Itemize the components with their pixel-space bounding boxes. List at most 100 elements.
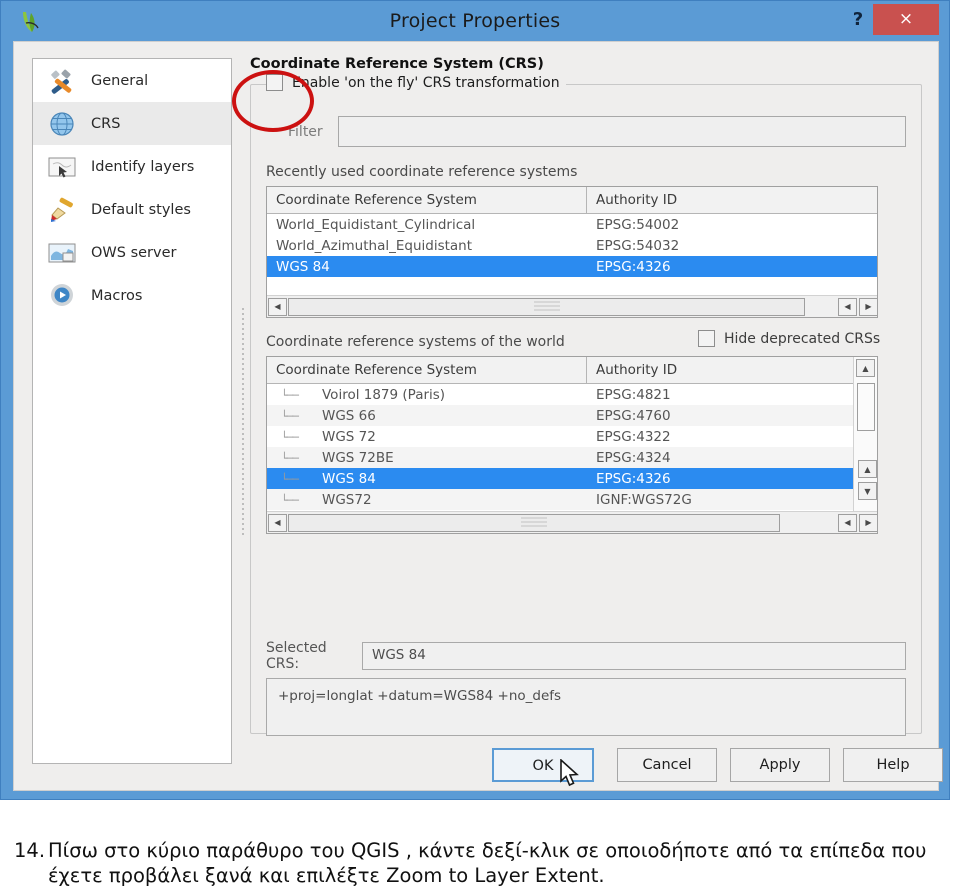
sidebar-splitter-handle[interactable]: [239, 58, 247, 764]
sidebar-item-ows-server[interactable]: OWS server: [33, 231, 231, 274]
tree-branch-icon: └──: [276, 472, 299, 486]
filter-label: Filter: [288, 123, 323, 140]
sidebar-item-default-styles[interactable]: Default styles: [33, 188, 231, 231]
help-icon-button[interactable]: ?: [845, 5, 871, 35]
table-header-row: Coordinate Reference System Authority ID: [267, 357, 877, 384]
cell-crs-name: └── WGS72: [276, 491, 372, 508]
enable-on-the-fly-crs-label: Enable 'on the fly' CRS transformation: [292, 74, 560, 91]
scroll-up-step-icon[interactable]: ▲: [858, 460, 877, 478]
crs-pane: Coordinate Reference System (CRS) Enable…: [250, 56, 922, 764]
vscroll-thumb[interactable]: [857, 383, 875, 431]
cell-crs-name: World_Azimuthal_Equidistant: [276, 237, 473, 254]
recently-used-label: Recently used coordinate reference syste…: [266, 164, 578, 180]
table-header-row: Coordinate Reference System Authority ID: [267, 187, 877, 214]
scroll-up-icon[interactable]: ▲: [856, 359, 875, 377]
sidebar-item-crs[interactable]: CRS: [33, 102, 231, 145]
cell-authority-id: EPSG:4760: [596, 407, 671, 424]
hide-deprecated-row[interactable]: Hide deprecated CRSs: [698, 330, 880, 347]
column-header-authority[interactable]: Authority ID: [587, 357, 877, 384]
dialog-body: General CRS Identify layers Default styl…: [13, 41, 943, 792]
horizontal-scrollbar[interactable]: ◀ ◀ ▶: [267, 295, 877, 317]
cancel-button[interactable]: Cancel: [617, 748, 717, 782]
recently-used-crs-table[interactable]: Coordinate Reference System Authority ID…: [266, 186, 878, 318]
cell-crs-name: └── Voirol 1879 (Paris): [276, 386, 446, 403]
scroll-step-right-icon[interactable]: ▶: [859, 513, 877, 532]
selected-crs-row: Selected CRS: WGS 84: [266, 640, 906, 672]
table-row[interactable]: └── WGS 72 EPSG:4322: [267, 426, 877, 447]
cell-crs-name: └── WGS 84: [276, 470, 376, 487]
identify-map-icon: [45, 152, 79, 182]
world-crs-rows: └── Voirol 1879 (Paris) EPSG:4821 └── WGS …: [267, 384, 877, 510]
tree-branch-icon: └──: [276, 451, 299, 465]
splitter-grip: [242, 308, 244, 538]
enable-on-the-fly-crs-row[interactable]: Enable 'on the fly' CRS transformation: [266, 74, 566, 91]
cell-crs-name: WGS 84: [276, 258, 330, 275]
tree-branch-icon: └──: [276, 430, 299, 444]
table-row[interactable]: World_Equidistant_Cylindrical EPSG:54002: [267, 214, 877, 235]
vertical-scrollbar[interactable]: ▲ ▲ ▼: [853, 357, 877, 513]
window-title: Project Properties: [389, 10, 561, 32]
tree-branch-icon: └──: [276, 493, 299, 507]
sidebar-item-general[interactable]: General: [33, 59, 231, 102]
world-crs-table[interactable]: Coordinate Reference System Authority ID…: [266, 356, 878, 534]
project-properties-window: Project Properties ? × General CRS Ident…: [0, 0, 950, 800]
scroll-left-icon[interactable]: ◀: [268, 513, 287, 532]
sidebar-item-label: CRS: [91, 115, 121, 132]
dialog-button-bar: OK Cancel Apply Help: [14, 748, 943, 792]
column-header-crs[interactable]: Coordinate Reference System: [267, 357, 587, 384]
scroll-down-icon[interactable]: ▼: [858, 482, 877, 500]
filter-input[interactable]: [338, 116, 906, 147]
table-row[interactable]: └── WGS 72BE EPSG:4324: [267, 447, 877, 468]
sidebar-item-label: OWS server: [91, 244, 177, 261]
table-row[interactable]: └── WGS72 IGNF:WGS72G: [267, 489, 877, 510]
cell-crs-name: └── WGS 66: [276, 407, 376, 424]
column-header-crs[interactable]: Coordinate Reference System: [267, 187, 587, 214]
table-row-selected[interactable]: └── WGS 84 EPSG:4326: [267, 468, 877, 489]
tools-icon: [45, 66, 79, 96]
cell-authority-id: EPSG:4821: [596, 386, 671, 403]
apply-button[interactable]: Apply: [730, 748, 830, 782]
cell-crs-name: └── WGS 72: [276, 428, 376, 445]
ok-button[interactable]: OK: [492, 748, 594, 782]
scroll-step-right-icon[interactable]: ▶: [859, 297, 877, 316]
table-row[interactable]: └── Voirol 1879 (Paris) EPSG:4821: [267, 384, 877, 405]
sidebar-item-label: Macros: [91, 287, 143, 304]
column-header-authority[interactable]: Authority ID: [587, 187, 877, 214]
table-row-selected[interactable]: WGS 84 EPSG:4326: [267, 256, 877, 277]
scroll-step-left-icon[interactable]: ◀: [838, 513, 857, 532]
close-icon[interactable]: ×: [873, 4, 939, 35]
hscroll-thumb[interactable]: [288, 513, 780, 532]
title-bar: Project Properties ? ×: [1, 1, 949, 43]
sidebar-item-identify-layers[interactable]: Identify layers: [33, 145, 231, 188]
cell-authority-id: EPSG:4326: [596, 470, 671, 487]
sidebar-item-macros[interactable]: Macros: [33, 274, 231, 317]
hide-deprecated-checkbox[interactable]: [698, 330, 715, 347]
world-crs-label: Coordinate reference systems of the worl…: [266, 334, 565, 350]
globe-icon: [45, 109, 79, 139]
selected-crs-label: Selected CRS:: [266, 640, 327, 672]
gear-play-icon: [45, 281, 79, 311]
tree-branch-icon: └──: [276, 388, 299, 402]
scroll-grip: [533, 301, 560, 312]
table-row[interactable]: └── WGS 66 EPSG:4760: [267, 405, 877, 426]
scroll-grip: [521, 517, 547, 528]
cell-authority-id: EPSG:4324: [596, 449, 671, 466]
table-row[interactable]: World_Azimuthal_Equidistant EPSG:54032: [267, 235, 877, 256]
scroll-step-left-icon[interactable]: ◀: [838, 297, 857, 316]
sidebar-item-label: General: [91, 72, 149, 89]
cell-crs-name: └── WGS 72BE: [276, 449, 394, 466]
cell-authority-id: EPSG:4322: [596, 428, 671, 445]
sidebar-item-label: Default styles: [91, 201, 191, 218]
scroll-left-icon[interactable]: ◀: [268, 297, 287, 316]
hscroll-thumb[interactable]: [288, 297, 805, 316]
proj-definition-text[interactable]: +proj=longlat +datum=WGS84 +no_defs: [266, 678, 906, 736]
caption-text: Πίσω στο κύριο παράθυρο του QGIS , κάντε…: [48, 839, 927, 887]
paintbrush-icon: [45, 195, 79, 225]
enable-on-the-fly-crs-checkbox[interactable]: [266, 74, 283, 91]
horizontal-scrollbar[interactable]: ◀ ◀ ▶: [267, 511, 877, 533]
help-button[interactable]: Help: [843, 748, 943, 782]
cell-authority-id: EPSG:4326: [596, 258, 671, 275]
selected-crs-value[interactable]: WGS 84: [362, 642, 906, 670]
caption-number: 14.: [14, 839, 46, 862]
cell-authority-id: EPSG:54002: [596, 216, 680, 233]
